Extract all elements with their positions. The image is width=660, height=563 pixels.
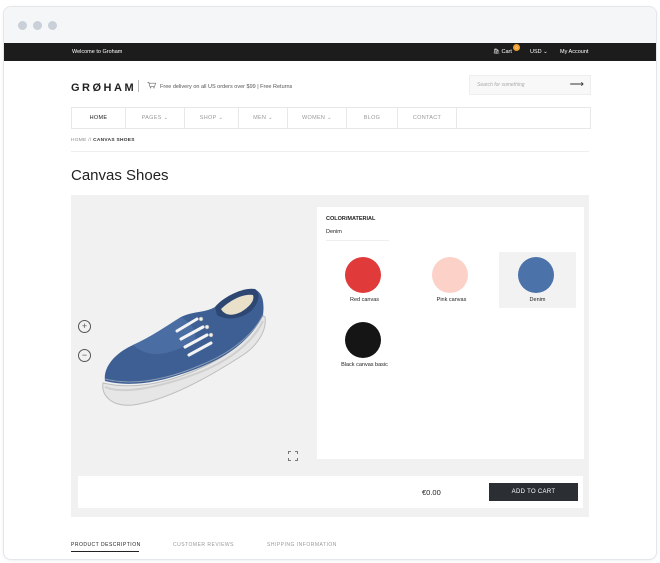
nav-item-blog[interactable]: BLOG: [347, 108, 398, 128]
swatch-black-canvas-basic[interactable]: Black canvas basic: [326, 317, 403, 373]
swatch-color: [432, 257, 468, 293]
zoom-in-icon[interactable]: +: [78, 320, 91, 333]
add-to-cart-bar: €0.00 ADD TO CART: [78, 476, 583, 508]
cart-icon: [147, 81, 156, 89]
site-logo[interactable]: GRØHAM: [71, 82, 136, 94]
add-to-cart-button[interactable]: ADD TO CART: [489, 483, 578, 501]
browser-window: Welcome to Groham 🛍︎ Cart 0 USD ⌄ My Acc…: [3, 6, 657, 560]
swatch-label: Denim: [529, 297, 546, 303]
swatch-pink-canvas[interactable]: Pink canvas: [413, 252, 490, 308]
swatch-color: [518, 257, 554, 293]
nav-item-pages[interactable]: PAGES ⌄: [126, 108, 185, 128]
site-header: GRØHAM Free delivery on all US orders ov…: [4, 61, 656, 103]
breadcrumb-home[interactable]: HOME: [71, 138, 87, 143]
chevron-down-icon: ⌄: [543, 49, 548, 55]
swatch-denim[interactable]: Denim: [499, 252, 576, 308]
option-selected-value: Denim: [326, 229, 342, 235]
arrow-right-icon[interactable]: ⟶: [570, 79, 584, 91]
fullscreen-icon[interactable]: [288, 451, 298, 461]
swatch-color: [345, 257, 381, 293]
welcome-text: Welcome to Groham: [72, 49, 123, 55]
page-title: Canvas Shoes: [71, 167, 169, 184]
breadcrumb: HOME // CANVAS SHOES: [71, 138, 135, 143]
color-material-options: COLOR/MATERIAL Denim Red canvas Pink can…: [317, 207, 584, 459]
free-delivery-text: Free delivery on all US orders over $99 …: [160, 84, 293, 90]
product-3d-viewer[interactable]: + −: [71, 195, 314, 475]
cart-label: Cart: [501, 49, 512, 55]
chevron-down-icon: ⌄: [216, 115, 224, 121]
swatch-color: [345, 322, 381, 358]
shoe-image: [102, 288, 266, 406]
nav-item-contact[interactable]: CONTACT: [398, 108, 457, 128]
top-bar: Welcome to Groham 🛍︎ Cart 0 USD ⌄ My Acc…: [4, 43, 656, 61]
swatch-label: Black canvas basic: [341, 362, 388, 368]
tab-shipping-information[interactable]: SHIPPING INFORMATION: [267, 542, 337, 548]
zoom-out-icon[interactable]: −: [78, 349, 91, 362]
breadcrumb-separator: //: [88, 138, 92, 143]
chevron-down-icon: ⌄: [161, 115, 169, 121]
price: €0.00: [422, 488, 441, 497]
option-label: COLOR/MATERIAL: [326, 216, 376, 222]
search-input[interactable]: Search for something: [477, 82, 525, 88]
nav-item-women[interactable]: WOMEN ⌄: [288, 108, 347, 128]
tab-product-description[interactable]: PRODUCT DESCRIPTION: [71, 542, 141, 548]
tab-customer-reviews[interactable]: CUSTOMER REVIEWS: [173, 542, 234, 548]
search-box[interactable]: Search for something ⟶: [469, 75, 591, 95]
swatch-red-canvas[interactable]: Red canvas: [326, 252, 403, 308]
nav-item-men[interactable]: MEN ⌄: [239, 108, 288, 128]
breadcrumb-current: CANVAS SHOES: [93, 138, 135, 143]
window-dot: [48, 21, 57, 30]
chevron-down-icon: ⌄: [325, 115, 332, 121]
header-divider: [138, 80, 139, 92]
nav-item-home[interactable]: HOME: [72, 108, 126, 128]
main-nav: HOME PAGES ⌄ SHOP ⌄ MEN ⌄ WOMEN ⌄ BLOG C…: [71, 107, 591, 129]
cart-count-badge: 0: [513, 44, 520, 51]
divider: [71, 151, 589, 152]
my-account-link[interactable]: My Account: [560, 49, 588, 55]
chevron-down-icon: ⌄: [266, 115, 273, 121]
active-tab-underline: [71, 551, 139, 552]
currency-value: USD: [530, 49, 542, 55]
swatch-label: Red canvas: [349, 297, 380, 303]
product-configurator: + − COLOR/MATERIAL Denim Red canvas Pink…: [71, 195, 589, 517]
swatch-label: Pink canvas: [436, 297, 467, 303]
nav-item-shop[interactable]: SHOP ⌄: [185, 108, 239, 128]
browser-chrome: [4, 7, 656, 44]
bag-icon: 🛍︎: [493, 49, 500, 55]
option-divider: [326, 240, 389, 241]
cart-link[interactable]: 🛍︎ Cart: [493, 49, 512, 55]
window-dot: [18, 21, 27, 30]
window-dot: [33, 21, 42, 30]
currency-selector[interactable]: USD ⌄: [530, 49, 548, 55]
